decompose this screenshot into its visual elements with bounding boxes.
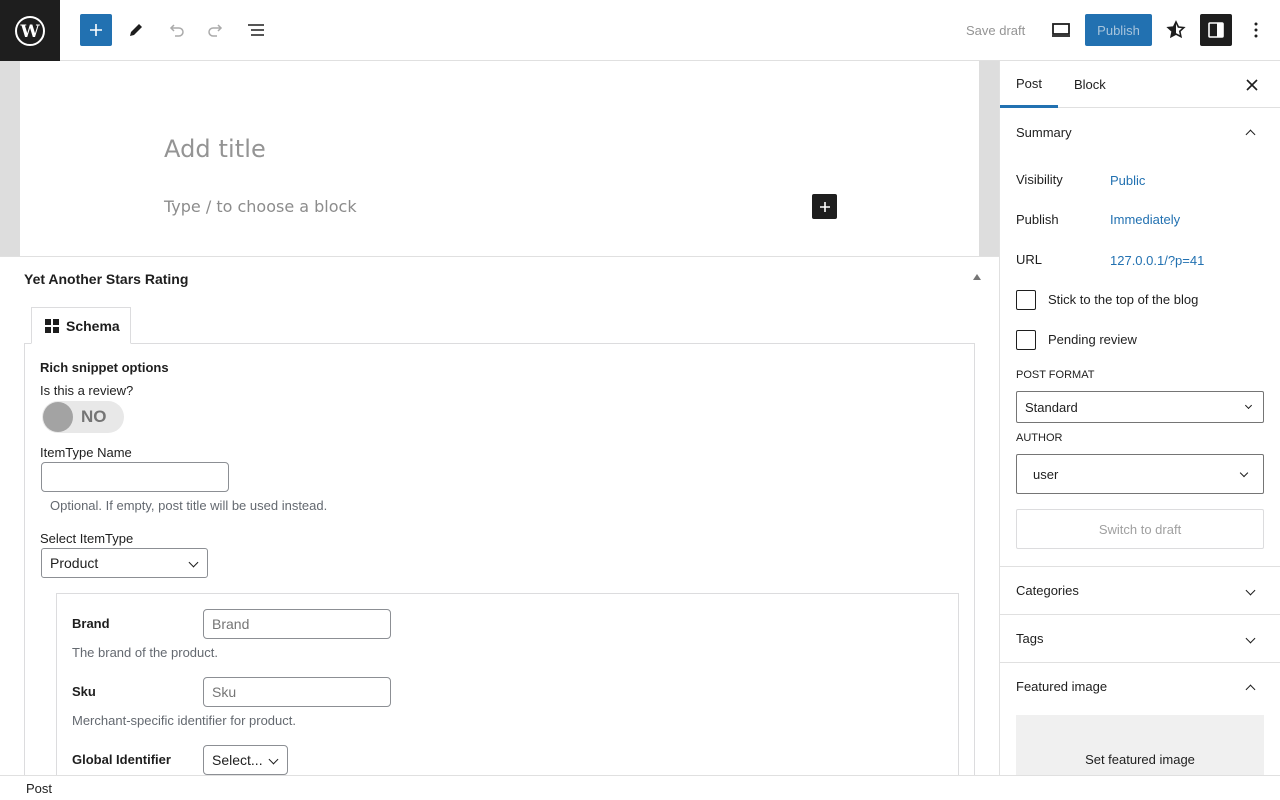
visibility-label: Visibility [1016,172,1063,187]
itemtype-select-value: Product [50,555,99,571]
plus-icon [819,201,830,212]
grid-icon [45,318,59,333]
visibility-value-link[interactable]: Public [1110,173,1145,188]
block-appender[interactable]: Type / to choose a block [164,197,357,216]
sidebar-icon [1208,22,1224,38]
url-label: URL [1016,252,1043,267]
editor-canvas-area: Add title Type / to choose a block [0,61,999,257]
chevron-down-icon [268,754,279,765]
global-identifier-value: Select... [212,752,263,768]
tags-title: Tags [1016,631,1044,646]
chevron-down-icon [188,557,199,568]
sticky-checkbox[interactable] [1016,290,1036,310]
publish-date-link[interactable]: Immediately [1110,212,1180,227]
pending-review-label: Pending review [1048,332,1137,347]
undo-icon [169,24,184,37]
chevron-down-icon [1245,585,1256,596]
author-value: user [1033,466,1059,482]
select-itemtype-label: Select ItemType [40,531,134,546]
publish-label: Publish [1016,212,1059,227]
options-button[interactable] [1240,14,1272,46]
chevron-up-icon [1245,129,1256,140]
save-draft-button[interactable]: Save draft [958,14,1033,46]
sticky-label: Stick to the top of the blog [1048,292,1199,307]
review-toggle[interactable]: NO [42,401,124,433]
schema-panel: Rich snippet options Is this a review? N… [24,343,975,775]
toggle-label: NO [81,407,107,426]
chevron-down-icon [1239,468,1249,478]
rich-snippet-heading: Rich snippet options [40,360,169,375]
chevron-down-icon [1244,401,1253,410]
settings-sidebar: Post Block Summary Visibility Public Pub… [999,61,1280,775]
toggle-knob [43,402,73,432]
pending-review-checkbox[interactable] [1016,330,1036,350]
wordpress-icon: W [15,15,45,46]
star-icon [1166,20,1186,39]
redo-button[interactable] [200,14,232,46]
tab-post[interactable]: Post [1000,61,1059,108]
sidebar-tabs: Post Block [1000,61,1280,108]
author-select[interactable]: user [1016,454,1264,494]
tab-schema-label: Schema [66,317,120,334]
set-featured-image-button[interactable]: Set featured image [1016,715,1264,775]
chevron-down-icon [1245,633,1256,644]
tab-block[interactable]: Block [1074,61,1106,108]
sku-input[interactable]: Sku [203,677,391,707]
editor-canvas: Add title Type / to choose a block [20,61,979,256]
metabox-title: Yet Another Stars Rating [24,271,189,287]
edit-tools-button[interactable] [120,14,152,46]
yasr-plugin-button[interactable] [1160,14,1192,46]
block-inserter-button[interactable] [812,194,837,219]
categories-title: Categories [1016,583,1079,598]
redo-icon [208,24,223,37]
tab-schema[interactable]: Schema [31,307,131,344]
itemtype-name-input[interactable] [41,462,229,492]
block-breadcrumb-bar: Post [0,775,1280,800]
settings-button[interactable] [1200,14,1232,46]
global-identifier-label: Global Identifier [72,752,171,767]
sku-help: Merchant-specific identifier for product… [72,713,296,728]
itemtype-name-label: ItemType Name [40,445,132,460]
switch-to-draft-button[interactable]: Switch to draft [1016,509,1264,549]
featured-image-panel-toggle[interactable]: Featured image [1000,662,1280,710]
global-identifier-select[interactable]: Select... [203,745,288,775]
pencil-icon [130,24,142,36]
list-view-icon [248,24,264,36]
summary-panel-toggle[interactable]: Summary [1000,108,1280,156]
featured-image-title: Featured image [1016,679,1108,694]
chevron-up-icon [1245,684,1256,695]
summary-title: Summary [1016,124,1072,140]
plus-icon [90,24,102,36]
yasr-metabox: Yet Another Stars Rating Schema Rich sni… [0,257,999,775]
post-title-input[interactable]: Add title [164,135,266,163]
post-format-value: Standard [1025,399,1078,415]
brand-input[interactable]: Brand [203,609,391,639]
tags-panel-toggle[interactable]: Tags [1000,614,1280,662]
review-question-label: Is this a review? [40,383,134,398]
undo-button[interactable] [160,14,192,46]
url-link[interactable]: 127.0.0.1/?p=41 [1110,253,1204,268]
close-icon[interactable] [1243,76,1261,94]
document-overview-button[interactable] [240,14,272,46]
categories-panel-toggle[interactable]: Categories [1000,566,1280,614]
sku-label: Sku [72,684,96,699]
author-label: AUTHOR [1016,432,1063,444]
breadcrumb-post[interactable]: Post [26,781,52,796]
editor-header: W Save draft Publish [0,0,1280,61]
desktop-icon [1052,23,1070,37]
post-format-label: POST FORMAT [1016,369,1095,381]
more-vertical-icon [1254,22,1258,38]
svg-text:W: W [19,22,40,42]
brand-label: Brand [72,616,110,631]
add-block-button[interactable] [80,14,112,46]
product-fields-panel: Brand Brand The brand of the product. Sk… [56,593,959,775]
itemtype-name-help: Optional. If empty, post title will be u… [50,498,328,513]
wordpress-logo-button[interactable]: W [0,0,60,61]
brand-help: The brand of the product. [72,645,218,660]
itemtype-select[interactable]: Product [41,548,208,578]
publish-button[interactable]: Publish [1085,14,1152,46]
collapse-caret-icon[interactable] [973,274,981,280]
post-format-select[interactable]: Standard [1016,391,1264,423]
preview-button[interactable] [1045,14,1077,46]
